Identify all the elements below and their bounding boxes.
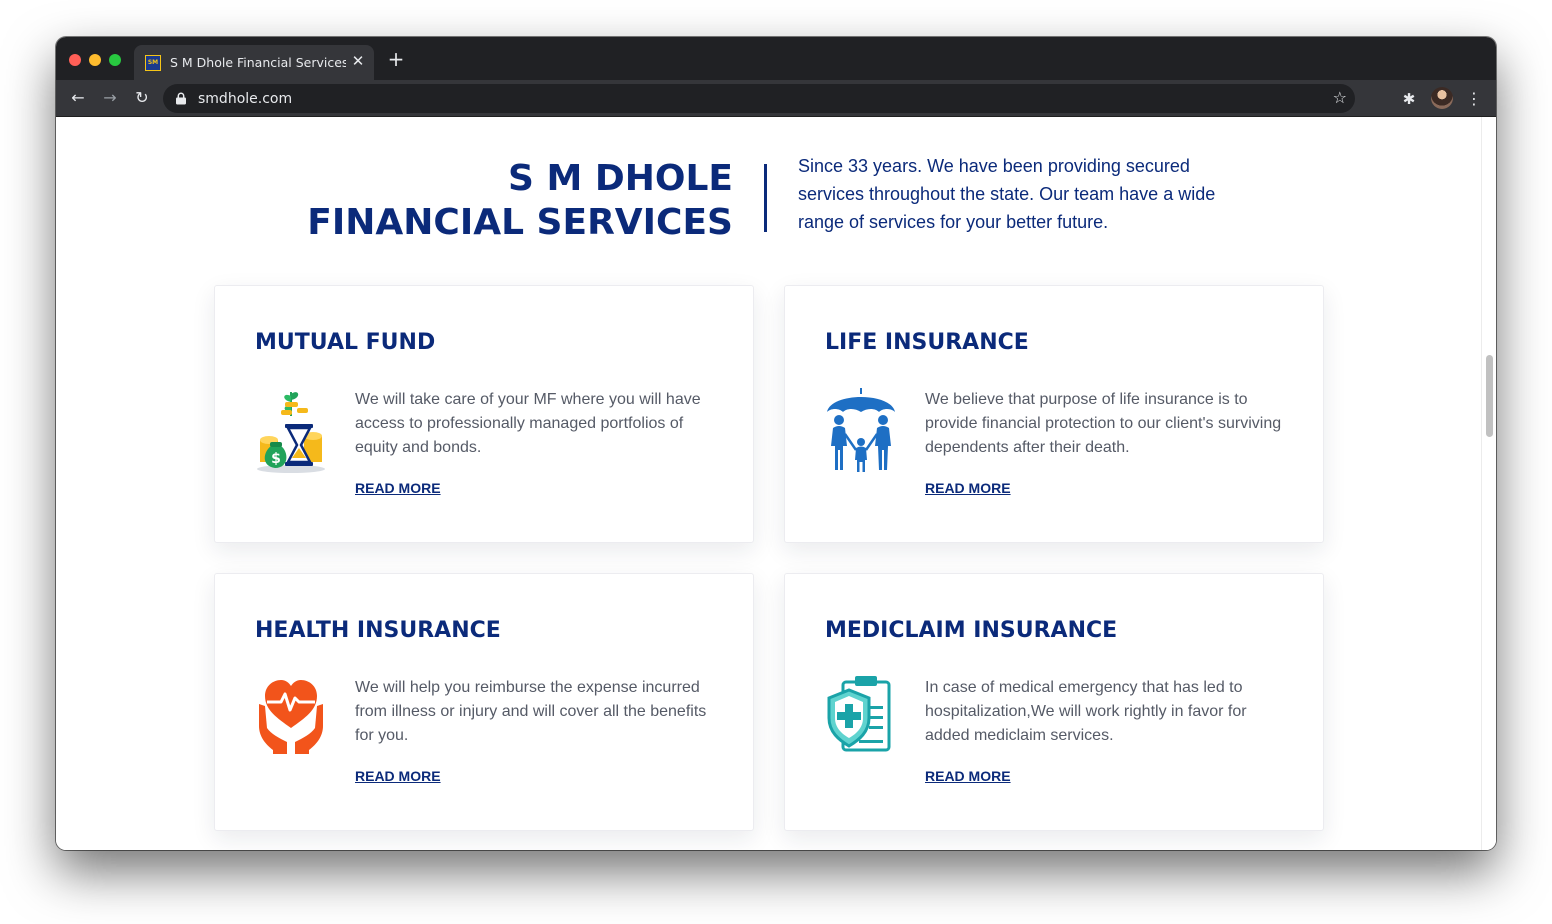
card-description: We believe that purpose of life insuranc… [925,391,1282,456]
close-window-button[interactable] [69,54,81,66]
hero-divider [764,164,767,232]
card-title: MUTUAL FUND [255,330,436,355]
browser-window: SM S M Dhole Financial Services - ✕ + ← … [56,37,1496,850]
heart-hands-icon [259,680,323,754]
card-title: HEALTH INSURANCE [255,618,501,643]
maximize-window-button[interactable] [109,54,121,66]
lock-icon [176,92,186,105]
forward-icon[interactable]: → [101,89,119,107]
family-umbrella-icon [827,388,895,472]
reload-icon[interactable]: ↻ [133,89,151,107]
medical-shield-clipboard-icon [827,676,891,752]
service-card-life-insurance: LIFE INSURANCE We believe that purpose o… [784,285,1324,543]
read-more-link[interactable]: READ MORE [355,480,441,496]
site-favicon-icon: SM [145,55,161,71]
hero-title: S M DHOLE FINANCIAL SERVICES [307,157,733,245]
scrollbar-track[interactable] [1481,117,1496,850]
read-more-link[interactable]: READ MORE [925,480,1011,496]
read-more-link[interactable]: READ MORE [355,768,441,784]
url-text[interactable]: smdhole.com [198,91,292,107]
service-card-health-insurance: HEALTH INSURANCE We will help you reimbu… [214,573,754,831]
back-icon[interactable]: ← [69,89,87,107]
service-card-mutual-fund: MUTUAL FUND $ We will take care of your … [214,285,754,543]
card-description: We will help you reimburse the expense i… [355,679,707,744]
scrollbar-thumb[interactable] [1486,355,1493,437]
extensions-puzzle-icon[interactable]: ✱ [1399,89,1419,109]
browser-toolbar: ← → ↻ smdhole.com ☆ ✱ ⋮ [56,80,1496,117]
hero-description: Since 33 years. We have been providing s… [798,156,1216,232]
profile-avatar[interactable] [1431,87,1453,109]
hero-title-line-2: FINANCIAL SERVICES [307,202,733,243]
card-title: LIFE INSURANCE [825,330,1029,355]
card-description: We will take care of your MF where you w… [355,391,701,456]
address-bar[interactable]: smdhole.com ☆ [163,84,1355,113]
menu-kebab-icon[interactable]: ⋮ [1466,89,1482,109]
tab-bar: SM S M Dhole Financial Services - ✕ + [56,37,1496,80]
browser-tab[interactable]: SM S M Dhole Financial Services - ✕ [134,45,374,80]
new-tab-button[interactable]: + [386,49,406,69]
tab-title: S M Dhole Financial Services - [170,55,346,70]
desktop: SM S M Dhole Financial Services - ✕ + ← … [0,0,1552,924]
tab-close-icon[interactable]: ✕ [349,52,367,70]
bookmark-star-icon[interactable]: ☆ [1333,88,1347,107]
svg-text:$: $ [271,451,281,467]
card-title: MEDICLAIM INSURANCE [825,618,1118,643]
page-viewport: S M DHOLE FINANCIAL SERVICES Since 33 ye… [56,117,1496,850]
money-bag-hourglass-icon: $ [257,392,325,473]
card-description: In case of medical emergency that has le… [925,679,1247,744]
hero-title-line-1: S M DHOLE [508,158,733,199]
read-more-link[interactable]: READ MORE [925,768,1011,784]
minimize-window-button[interactable] [89,54,101,66]
service-card-mediclaim-insurance: MEDICLAIM INSURANCE In case of medical e… [784,573,1324,831]
